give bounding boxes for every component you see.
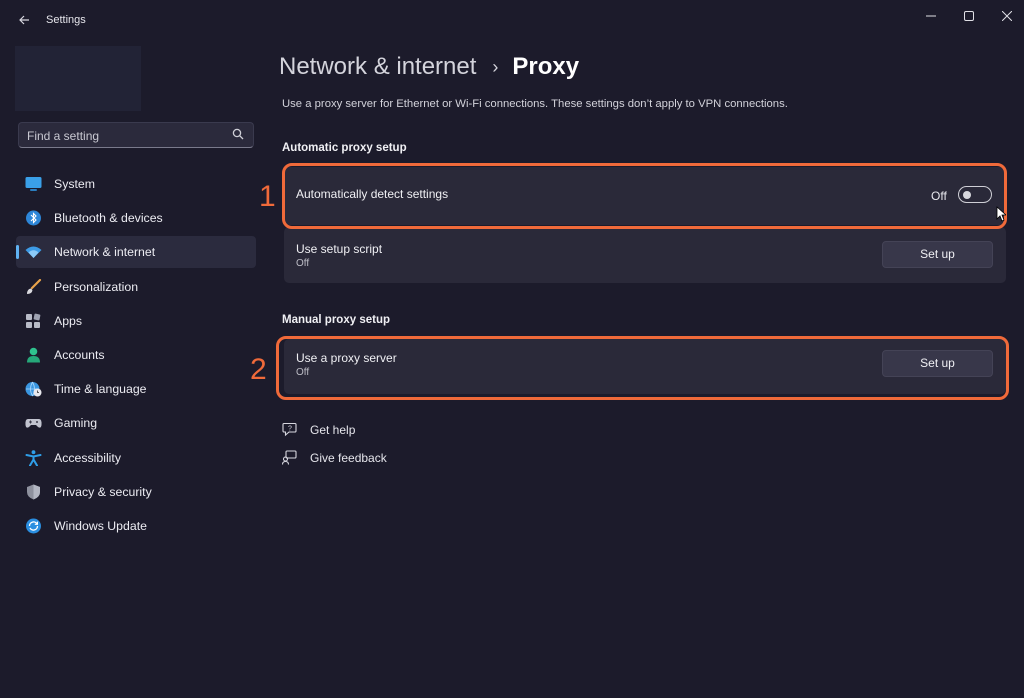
feedback-icon xyxy=(282,450,297,465)
sidebar-item-gaming[interactable]: Gaming xyxy=(16,407,256,439)
maximize-icon xyxy=(964,11,974,21)
sidebar-item-time-language[interactable]: Time & language xyxy=(16,373,256,405)
sidebar-item-network[interactable]: Network & internet xyxy=(16,236,256,269)
close-button[interactable] xyxy=(992,6,1022,26)
minimize-button[interactable] xyxy=(916,6,946,26)
breadcrumb: Network & internet › Proxy xyxy=(279,50,579,84)
setup-script-label: Use setup script xyxy=(296,242,383,256)
annotation-marker-2: 2 xyxy=(250,353,267,386)
sidebar-item-label: Windows Update xyxy=(54,518,147,533)
manual-proxy-section-title: Manual proxy setup xyxy=(282,314,390,326)
monitor-icon xyxy=(25,177,42,191)
wifi-icon xyxy=(25,246,42,259)
bluetooth-icon xyxy=(26,210,41,226)
back-button[interactable] xyxy=(14,10,34,30)
sidebar-item-accessibility[interactable]: Accessibility xyxy=(16,442,256,474)
minimize-icon xyxy=(926,15,936,17)
close-icon xyxy=(1001,10,1013,22)
sidebar-item-bluetooth[interactable]: Bluetooth & devices xyxy=(16,202,256,234)
page-title: Proxy xyxy=(512,53,580,80)
sidebar-item-label: Personalization xyxy=(54,279,139,294)
sidebar-item-label: Time & language xyxy=(54,382,147,397)
title-bar: Settings xyxy=(0,0,1024,40)
give-feedback-label: Give feedback xyxy=(310,451,387,465)
sidebar-item-label: Network & internet xyxy=(54,245,156,260)
sidebar-item-accounts[interactable]: Accounts xyxy=(16,339,256,371)
sidebar-item-label: System xyxy=(54,177,95,191)
annotation-highlight-2 xyxy=(276,336,1009,400)
annotation-highlight-1 xyxy=(282,163,1007,229)
apps-grid-icon xyxy=(26,313,41,328)
automatic-proxy-section-title: Automatic proxy setup xyxy=(282,142,407,154)
help-chat-icon: ? xyxy=(282,422,297,437)
get-help-label: Get help xyxy=(310,423,356,437)
sidebar-item-label: Accessibility xyxy=(54,450,121,465)
breadcrumb-parent-link[interactable]: Network & internet xyxy=(279,53,476,81)
setup-script-card: Use setup script Off Set up xyxy=(284,227,1006,283)
search-placeholder: Find a setting xyxy=(27,129,100,143)
sidebar-item-label: Gaming xyxy=(54,416,98,431)
back-arrow-icon xyxy=(19,15,29,25)
sidebar-item-label: Accounts xyxy=(54,347,105,362)
sidebar-item-label: Apps xyxy=(54,313,83,328)
svg-text:?: ? xyxy=(288,426,292,433)
shield-icon xyxy=(27,484,40,500)
settings-window: Settings Find a setting System Bluetooth… xyxy=(0,0,1024,698)
search-input[interactable]: Find a setting xyxy=(18,122,254,148)
maximize-button[interactable] xyxy=(954,6,984,26)
sidebar-item-apps[interactable]: Apps xyxy=(16,305,256,337)
accessibility-icon xyxy=(25,449,42,466)
user-profile-avatar[interactable] xyxy=(15,46,141,111)
get-help-link[interactable]: ? Get help xyxy=(282,420,372,440)
app-title: Settings xyxy=(46,14,86,26)
sidebar-item-system[interactable]: System xyxy=(16,168,256,200)
sidebar-item-label: Privacy & security xyxy=(54,484,152,499)
gamepad-icon xyxy=(25,419,42,428)
give-feedback-link[interactable]: Give feedback xyxy=(282,448,392,468)
annotation-marker-1: 1 xyxy=(259,180,276,213)
brush-icon xyxy=(27,278,42,294)
breadcrumb-separator: › xyxy=(492,56,499,77)
person-icon xyxy=(27,347,40,363)
search-icon xyxy=(232,128,244,140)
update-icon xyxy=(26,518,41,534)
sidebar-item-windows-update[interactable]: Windows Update xyxy=(16,510,256,542)
page-description: Use a proxy server for Ethernet or Wi-Fi… xyxy=(282,98,788,110)
setup-script-status: Off xyxy=(296,258,310,269)
globe-clock-icon xyxy=(25,381,42,397)
sidebar-item-personalization[interactable]: Personalization xyxy=(16,271,256,303)
sidebar-nav: System Bluetooth & devices Network & int… xyxy=(16,168,256,544)
setup-script-button[interactable]: Set up xyxy=(882,241,993,268)
mouse-cursor-icon xyxy=(996,206,1006,222)
sidebar-item-label: Bluetooth & devices xyxy=(54,211,163,226)
sidebar-item-privacy[interactable]: Privacy & security xyxy=(16,476,256,508)
